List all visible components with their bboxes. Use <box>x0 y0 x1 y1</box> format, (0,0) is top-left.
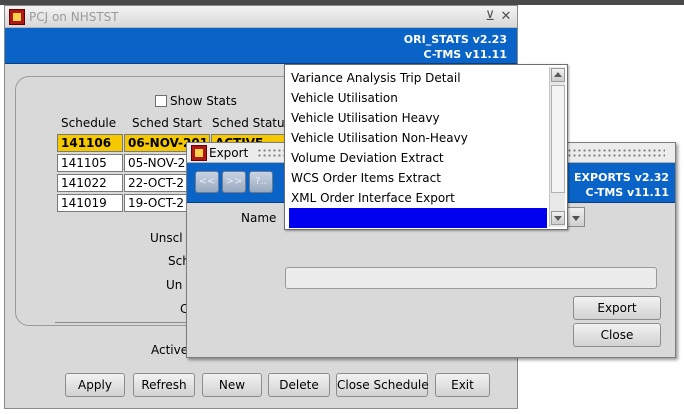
export-banner-system: C-TMS v11.11 <box>585 186 669 199</box>
schedule-cell[interactable]: 141106 <box>57 134 123 152</box>
scroll-down-icon[interactable] <box>551 211 565 225</box>
pcj-titlebar[interactable]: PCJ on NHSTST ⊻ ✕ <box>5 6 517 28</box>
close-schedule-button[interactable]: Close Schedule <box>336 373 429 397</box>
list-item[interactable]: Volume Deviation Extract <box>289 148 547 168</box>
close-icon[interactable]: ✕ <box>499 9 513 24</box>
export-name-list[interactable]: Variance Analysis Trip Detail Vehicle Ut… <box>284 64 568 230</box>
app-icon <box>9 9 25 25</box>
desktop: PCJ on NHSTST ⊻ ✕ ORI_STATS v2.23 C-TMS … <box>0 0 684 414</box>
exit-button[interactable]: Exit <box>435 373 490 397</box>
list-item-selected[interactable] <box>289 208 547 228</box>
export-window-title: Export <box>209 146 249 160</box>
schedule-cell[interactable]: 141105 <box>57 154 123 172</box>
column-header-schedule: Schedule <box>61 116 117 130</box>
list-item[interactable]: Vehicle Utilisation Non-Heavy <box>289 128 547 148</box>
last-record-button[interactable]: >> <box>222 171 246 193</box>
chevron-down-icon[interactable] <box>567 207 585 227</box>
delete-button[interactable]: Delete <box>268 373 330 397</box>
pcj-banner-system: C-TMS v11.11 <box>423 48 507 61</box>
pcj-window-title: PCJ on NHSTST <box>29 10 119 24</box>
show-stats-label: Show Stats <box>170 94 237 108</box>
help-button[interactable]: ?.. <box>249 171 273 193</box>
column-header-sched-status: Sched Status <box>212 116 291 130</box>
sched-start-cell[interactable]: 22-OCT-2 <box>124 174 194 192</box>
close-button[interactable]: Close <box>573 323 661 347</box>
export-path-field[interactable] <box>285 267 657 289</box>
new-button[interactable]: New <box>202 373 262 397</box>
scroll-up-icon[interactable] <box>551 68 565 82</box>
schedule-cell[interactable]: 141019 <box>57 194 123 212</box>
schedule-cell[interactable]: 141022 <box>57 174 123 192</box>
unassigned-label: Un <box>166 278 183 292</box>
pcj-banner: ORI_STATS v2.23 C-TMS v11.11 <box>5 28 517 64</box>
show-stats-checkbox[interactable]: Show Stats <box>155 94 237 108</box>
list-item[interactable]: XML Order Interface Export <box>289 188 547 208</box>
export-button[interactable]: Export <box>573 296 661 320</box>
minimize-icon[interactable]: ⊻ <box>483 9 497 24</box>
app-icon <box>191 145 207 161</box>
sched-start-cell[interactable]: 19-OCT-2 <box>124 194 194 212</box>
apply-button[interactable]: Apply <box>65 373 125 397</box>
sched-start-cell[interactable]: 05-NOV-2 <box>124 154 194 172</box>
list-item[interactable]: WCS Order Items Extract <box>289 168 547 188</box>
column-header-sched-start: Sched Start <box>132 116 202 130</box>
name-label: Name <box>241 211 277 225</box>
list-item[interactable]: Vehicle Utilisation <box>289 88 547 108</box>
list-item[interactable]: Variance Analysis Trip Detail <box>289 68 547 88</box>
pcj-banner-version: ORI_STATS v2.23 <box>403 33 507 46</box>
active-label: Active <box>151 343 189 357</box>
checkbox-icon[interactable] <box>155 95 167 107</box>
refresh-button[interactable]: Refresh <box>133 373 195 397</box>
first-record-button[interactable]: << <box>195 171 219 193</box>
scroll-thumb[interactable] <box>551 85 565 193</box>
export-banner-version: EXPORTS v2.32 <box>574 171 669 184</box>
unscheduled-label: Unscl <box>150 231 183 245</box>
list-scrollbar[interactable] <box>549 67 565 227</box>
list-item[interactable]: Vehicle Utilisation Heavy <box>289 108 547 128</box>
